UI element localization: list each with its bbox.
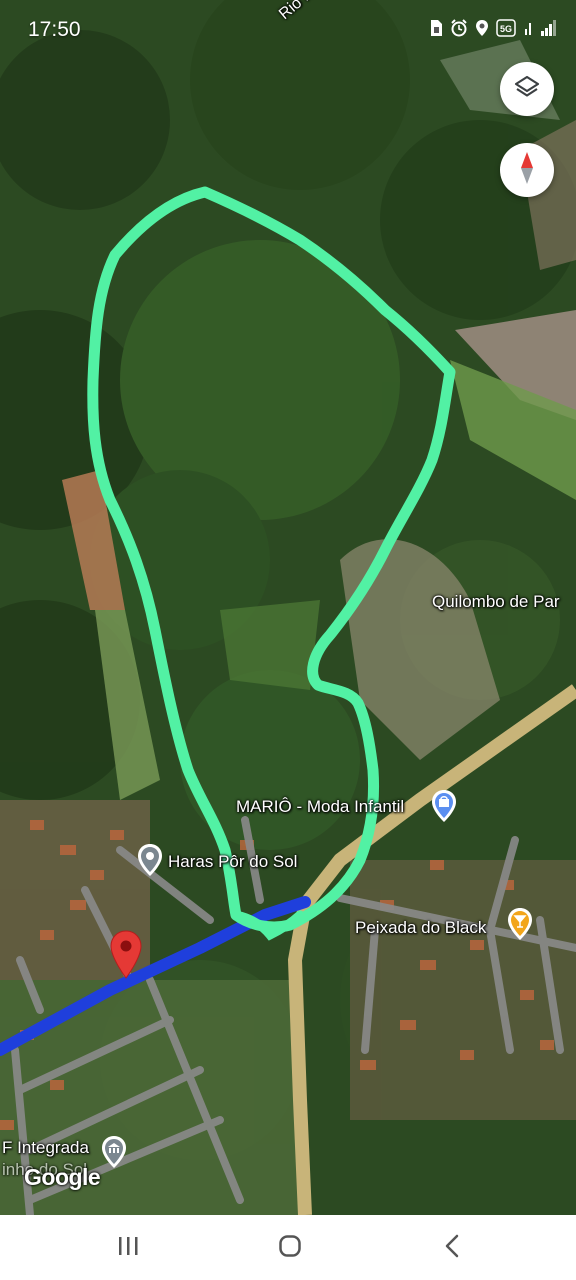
sim-card-icon — [429, 19, 443, 42]
signal-icon — [540, 19, 558, 42]
map-label-peixada[interactable]: Peixada do Black — [355, 918, 486, 938]
compass-icon — [515, 151, 539, 190]
back-icon — [444, 1234, 460, 1263]
map-view[interactable]: Rio Mangab Quilombo de Par MARIÔ - Moda … — [0, 0, 576, 1215]
status-time: 17:50 — [28, 18, 81, 41]
layers-icon — [513, 73, 541, 106]
status-bar: 17:50 5G — [0, 0, 576, 60]
location-icon — [475, 19, 489, 42]
recent-apps-button[interactable] — [108, 1233, 148, 1263]
compass-button[interactable] — [500, 143, 554, 197]
map-label-mario[interactable]: MARIÔ - Moda Infantil — [236, 797, 404, 817]
5g-icon: 5G — [496, 19, 516, 42]
google-attribution: Google — [24, 1164, 101, 1190]
home-icon — [278, 1234, 302, 1263]
map-label-haras[interactable]: Haras Pôr do Sol — [168, 852, 297, 872]
5g-text: 5G — [500, 24, 512, 34]
map-label-quilombo[interactable]: Quilombo de Par — [432, 592, 560, 612]
alarm-icon — [450, 19, 468, 42]
status-icons: 5G — [429, 19, 558, 42]
wifi-calling-icon — [523, 19, 533, 42]
back-button[interactable] — [432, 1233, 472, 1263]
home-button[interactable] — [270, 1233, 310, 1263]
recent-apps-icon — [116, 1235, 140, 1262]
layers-button[interactable] — [500, 62, 554, 116]
system-nav-bar — [0, 1215, 576, 1280]
map-label-integrada[interactable]: F Integrada — [2, 1138, 89, 1158]
